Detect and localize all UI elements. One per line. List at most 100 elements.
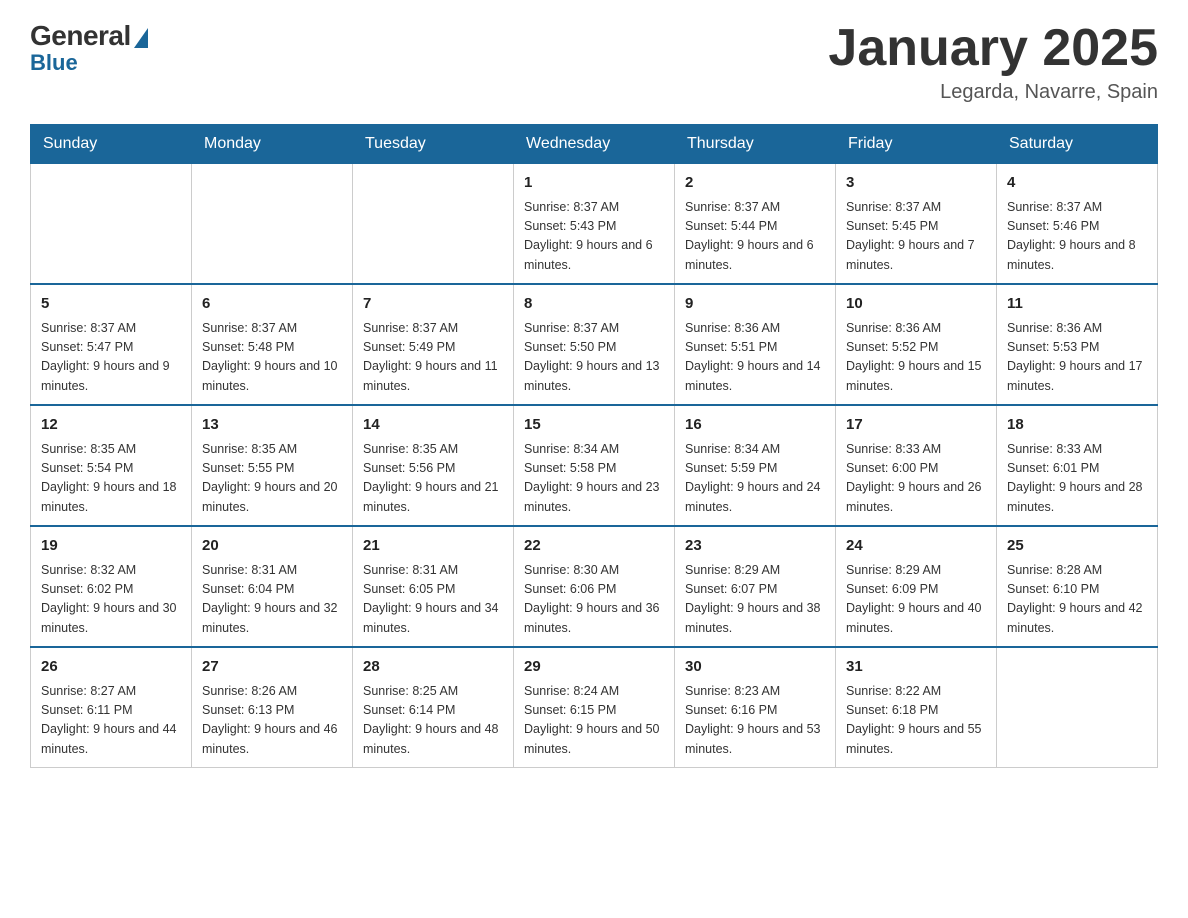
table-row: 25 Sunrise: 8:28 AM Sunset: 6:10 PM Dayli… — [997, 526, 1158, 647]
table-row: 23 Sunrise: 8:29 AM Sunset: 6:07 PM Dayli… — [675, 526, 836, 647]
table-row: 16Sunrise: 8:34 AM Sunset: 5:59 PM Dayli… — [675, 405, 836, 526]
day-number: 9 — [685, 293, 825, 316]
calendar-week-row: 12Sunrise: 8:35 AM Sunset: 5:54 PM Dayli… — [31, 405, 1158, 526]
day-number: 26 — [41, 656, 181, 679]
table-row: 12Sunrise: 8:35 AM Sunset: 5:54 PM Dayli… — [31, 405, 192, 526]
location-text: Legarda, Navarre, Spain — [828, 81, 1158, 104]
day-number: 3 — [846, 172, 986, 195]
table-row — [31, 164, 192, 285]
day-number: 12 — [41, 414, 181, 437]
day-number: 1 — [524, 172, 664, 195]
logo-blue-text: Blue — [30, 50, 78, 76]
day-info: Sunrise: 8:37 AM Sunset: 5:46 PM Dayligh… — [1007, 198, 1147, 276]
table-row: 27Sunrise: 8:26 AM Sunset: 6:13 PM Dayli… — [192, 647, 353, 768]
day-number: 30 — [685, 656, 825, 679]
day-info: Sunrise: 8:36 AM Sunset: 5:51 PM Dayligh… — [685, 319, 825, 397]
table-row: 31Sunrise: 8:22 AM Sunset: 6:18 PM Dayli… — [836, 647, 997, 768]
day-info: Sunrise: 8:29 AM Sunset: 6:09 PM Dayligh… — [846, 561, 986, 639]
day-info: Sunrise: 8:25 AM Sunset: 6:14 PM Dayligh… — [363, 682, 503, 760]
calendar-week-row: 19Sunrise: 8:32 AM Sunset: 6:02 PM Dayli… — [31, 526, 1158, 647]
day-info: Sunrise: 8:35 AM Sunset: 5:55 PM Dayligh… — [202, 440, 342, 518]
day-info: Sunrise: 8:37 AM Sunset: 5:45 PM Dayligh… — [846, 198, 986, 276]
page-header: General Blue January 2025 Legarda, Navar… — [30, 20, 1158, 104]
calendar-table: Sunday Monday Tuesday Wednesday Thursday… — [30, 124, 1158, 768]
day-number: 18 — [1007, 414, 1147, 437]
table-row — [192, 164, 353, 285]
day-info: Sunrise: 8:29 AM Sunset: 6:07 PM Dayligh… — [685, 561, 825, 639]
day-info: Sunrise: 8:31 AM Sunset: 6:04 PM Dayligh… — [202, 561, 342, 639]
day-number: 16 — [685, 414, 825, 437]
table-row — [353, 164, 514, 285]
table-row: 26 Sunrise: 8:27 AM Sunset: 6:11 PM Dayli… — [31, 647, 192, 768]
table-row: 18 Sunrise: 8:33 AM Sunset: 6:01 PM Dayli… — [997, 405, 1158, 526]
day-number: 21 — [363, 535, 503, 558]
table-row: 9 Sunrise: 8:36 AM Sunset: 5:51 PM Daylig… — [675, 284, 836, 405]
day-info: Sunrise: 8:23 AM Sunset: 6:16 PM Dayligh… — [685, 682, 825, 760]
table-row: 30 Sunrise: 8:23 AM Sunset: 6:16 PM Dayli… — [675, 647, 836, 768]
day-number: 13 — [202, 414, 342, 437]
table-row: 15 Sunrise: 8:34 AM Sunset: 5:58 PM Dayli… — [514, 405, 675, 526]
day-number: 20 — [202, 535, 342, 558]
table-row: 2Sunrise: 8:37 AM Sunset: 5:44 PM Daylig… — [675, 164, 836, 285]
day-info: Sunrise: 8:28 AM Sunset: 6:10 PM Dayligh… — [1007, 561, 1147, 639]
day-info: Sunrise: 8:34 AM Sunset: 5:58 PM Dayligh… — [524, 440, 664, 518]
table-row: 20 Sunrise: 8:31 AM Sunset: 6:04 PM Dayli… — [192, 526, 353, 647]
table-row: 1 Sunrise: 8:37 AM Sunset: 5:43 PM Daylig… — [514, 164, 675, 285]
day-info: Sunrise: 8:37 AM Sunset: 5:50 PM Dayligh… — [524, 319, 664, 397]
day-number: 7 — [363, 293, 503, 316]
table-row: 14Sunrise: 8:35 AM Sunset: 5:56 PM Dayli… — [353, 405, 514, 526]
table-row: 4Sunrise: 8:37 AM Sunset: 5:46 PM Daylig… — [997, 164, 1158, 285]
table-row: 28Sunrise: 8:25 AM Sunset: 6:14 PM Dayli… — [353, 647, 514, 768]
day-info: Sunrise: 8:37 AM Sunset: 5:47 PM Dayligh… — [41, 319, 181, 397]
table-row: 29 Sunrise: 8:24 AM Sunset: 6:15 PM Dayli… — [514, 647, 675, 768]
table-row: 22 Sunrise: 8:30 AM Sunset: 6:06 PM Dayli… — [514, 526, 675, 647]
col-monday: Monday — [192, 125, 353, 164]
table-row: 8Sunrise: 8:37 AM Sunset: 5:50 PM Daylig… — [514, 284, 675, 405]
day-number: 6 — [202, 293, 342, 316]
day-number: 10 — [846, 293, 986, 316]
day-info: Sunrise: 8:31 AM Sunset: 6:05 PM Dayligh… — [363, 561, 503, 639]
logo-general-text: General — [30, 20, 131, 52]
month-title: January 2025 — [828, 20, 1158, 77]
day-info: Sunrise: 8:33 AM Sunset: 6:01 PM Dayligh… — [1007, 440, 1147, 518]
day-number: 24 — [846, 535, 986, 558]
day-info: Sunrise: 8:32 AM Sunset: 6:02 PM Dayligh… — [41, 561, 181, 639]
col-saturday: Saturday — [997, 125, 1158, 164]
day-number: 5 — [41, 293, 181, 316]
day-number: 11 — [1007, 293, 1147, 316]
col-wednesday: Wednesday — [514, 125, 675, 164]
table-row: 11 Sunrise: 8:36 AM Sunset: 5:53 PM Dayli… — [997, 284, 1158, 405]
day-info: Sunrise: 8:26 AM Sunset: 6:13 PM Dayligh… — [202, 682, 342, 760]
day-info: Sunrise: 8:22 AM Sunset: 6:18 PM Dayligh… — [846, 682, 986, 760]
calendar-week-row: 26 Sunrise: 8:27 AM Sunset: 6:11 PM Dayli… — [31, 647, 1158, 768]
day-info: Sunrise: 8:24 AM Sunset: 6:15 PM Dayligh… — [524, 682, 664, 760]
table-row: 6 Sunrise: 8:37 AM Sunset: 5:48 PM Daylig… — [192, 284, 353, 405]
calendar-week-row: 1 Sunrise: 8:37 AM Sunset: 5:43 PM Daylig… — [31, 164, 1158, 285]
day-number: 15 — [524, 414, 664, 437]
table-row: 7Sunrise: 8:37 AM Sunset: 5:49 PM Daylig… — [353, 284, 514, 405]
calendar-header-row: Sunday Monday Tuesday Wednesday Thursday… — [31, 125, 1158, 164]
table-row: 5 Sunrise: 8:37 AM Sunset: 5:47 PM Daylig… — [31, 284, 192, 405]
day-info: Sunrise: 8:36 AM Sunset: 5:53 PM Dayligh… — [1007, 319, 1147, 397]
day-number: 2 — [685, 172, 825, 195]
day-info: Sunrise: 8:36 AM Sunset: 5:52 PM Dayligh… — [846, 319, 986, 397]
day-info: Sunrise: 8:37 AM Sunset: 5:48 PM Dayligh… — [202, 319, 342, 397]
day-info: Sunrise: 8:30 AM Sunset: 6:06 PM Dayligh… — [524, 561, 664, 639]
day-number: 25 — [1007, 535, 1147, 558]
table-row — [997, 647, 1158, 768]
day-info: Sunrise: 8:27 AM Sunset: 6:11 PM Dayligh… — [41, 682, 181, 760]
col-thursday: Thursday — [675, 125, 836, 164]
table-row: 17Sunrise: 8:33 AM Sunset: 6:00 PM Dayli… — [836, 405, 997, 526]
table-row: 13 Sunrise: 8:35 AM Sunset: 5:55 PM Dayli… — [192, 405, 353, 526]
day-info: Sunrise: 8:35 AM Sunset: 5:56 PM Dayligh… — [363, 440, 503, 518]
calendar-week-row: 5 Sunrise: 8:37 AM Sunset: 5:47 PM Daylig… — [31, 284, 1158, 405]
table-row: 10 Sunrise: 8:36 AM Sunset: 5:52 PM Dayli… — [836, 284, 997, 405]
day-number: 29 — [524, 656, 664, 679]
table-row: 3 Sunrise: 8:37 AM Sunset: 5:45 PM Daylig… — [836, 164, 997, 285]
table-row: 19Sunrise: 8:32 AM Sunset: 6:02 PM Dayli… — [31, 526, 192, 647]
table-row: 21 Sunrise: 8:31 AM Sunset: 6:05 PM Dayli… — [353, 526, 514, 647]
day-info: Sunrise: 8:37 AM Sunset: 5:43 PM Dayligh… — [524, 198, 664, 276]
day-number: 23 — [685, 535, 825, 558]
day-info: Sunrise: 8:33 AM Sunset: 6:00 PM Dayligh… — [846, 440, 986, 518]
day-number: 22 — [524, 535, 664, 558]
